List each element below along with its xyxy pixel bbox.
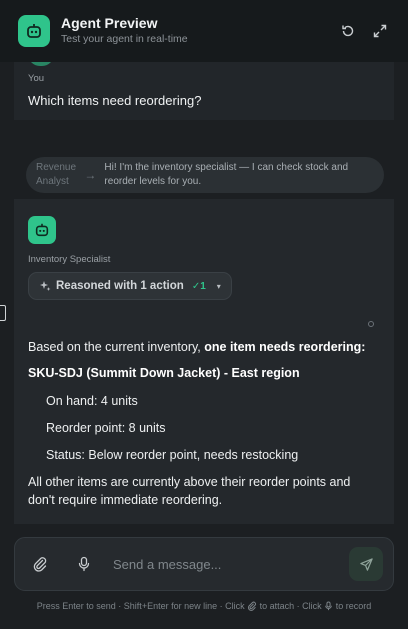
microphone-icon	[78, 556, 90, 572]
microphone-icon	[325, 601, 332, 611]
status-dot-icon	[368, 321, 374, 327]
handoff-message: Hi! I'm the inventory specialist — I can…	[104, 162, 349, 187]
message-composer	[14, 537, 394, 591]
expand-button[interactable]	[366, 17, 394, 45]
send-button[interactable]	[349, 547, 383, 581]
agent-avatar	[28, 216, 56, 244]
refresh-icon	[342, 25, 354, 37]
reasoning-label: Reasoned with 1 action	[56, 280, 184, 292]
agent-response: Based on the current inventory, one item…	[28, 338, 380, 509]
header: Agent Preview Test your agent in real-ti…	[0, 0, 408, 62]
detail-on-hand: On hand: 4 units	[46, 394, 138, 408]
response-closing: All other items are currently above thei…	[28, 475, 351, 507]
reasoning-toggle[interactable]: Reasoned with 1 action ✓1 ▾	[28, 272, 232, 300]
message-input[interactable]	[113, 556, 349, 572]
action-count-badge: ✓1	[191, 280, 206, 292]
side-panel-handle[interactable]	[0, 305, 6, 321]
expand-icon	[373, 24, 387, 38]
paperclip-icon	[248, 601, 257, 611]
record-button[interactable]	[73, 553, 95, 575]
page-subtitle: Test your agent in real-time	[61, 33, 188, 45]
page-title: Agent Preview	[61, 15, 158, 31]
detail-status: Status: Below reorder point, needs resto…	[46, 448, 299, 462]
user-message-block: You Which items need reordering?	[14, 62, 394, 120]
handoff-from-agent: Revenue Analyst	[36, 162, 77, 187]
arrow-right-icon: →	[84, 168, 97, 182]
item-details: On hand: 4 units Reorder point: 8 units …	[46, 392, 380, 464]
detail-reorder-point: Reorder point: 8 units	[46, 421, 166, 435]
reset-button[interactable]	[334, 17, 362, 45]
robot-icon	[27, 24, 41, 38]
response-intro: Based on the current inventory, one item…	[28, 340, 366, 354]
agent-logo	[18, 15, 50, 47]
chevron-down-icon: ▾	[216, 281, 221, 291]
user-label: You	[28, 73, 45, 84]
chat-thread[interactable]: You Which items need reordering? Revenue…	[14, 62, 394, 524]
paperclip-icon	[33, 557, 47, 572]
sparkles-icon	[40, 281, 51, 291]
user-avatar	[28, 62, 54, 66]
agent-message-block: Inventory Specialist Reasoned with 1 act…	[14, 199, 394, 524]
input-hint: Press Enter to send · Shift+Enter for ne…	[36, 601, 372, 611]
handoff-banner: Revenue Analyst → Hi! I'm the inventory …	[26, 157, 384, 193]
user-message: Which items need reordering?	[28, 93, 202, 108]
robot-icon	[35, 223, 49, 237]
item-heading: SKU-SDJ (Summit Down Jacket) - East regi…	[28, 366, 300, 380]
agent-name: Inventory Specialist	[28, 254, 111, 265]
attach-button[interactable]	[29, 553, 51, 575]
send-icon	[359, 557, 373, 571]
